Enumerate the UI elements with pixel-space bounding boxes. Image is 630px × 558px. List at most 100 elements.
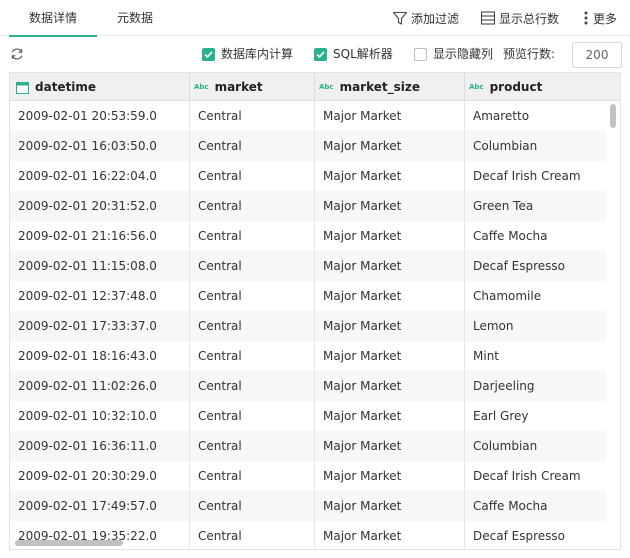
add-filter-label: 添加过滤	[411, 11, 460, 26]
tab-metadata[interactable]: 元数据	[104, 0, 166, 36]
table-row[interactable]: 2009-02-01 20:53:59.0 Central Major Market…	[10, 101, 606, 131]
table-cell-market: Central	[190, 281, 315, 311]
table-cell-product: Amaretto	[473, 109, 530, 123]
table-cell-product: Decaf Espresso	[473, 259, 565, 273]
table-cell-market: Central	[190, 131, 315, 161]
table-cell-product: Decaf Espresso	[473, 529, 565, 543]
table-cell-market-size: Major Market	[315, 371, 465, 401]
table-cell-datetime: 2009-02-01 21:16:56.0	[10, 221, 190, 251]
table-cell-market: Central	[190, 431, 315, 461]
vertical-scrollbar-thumb[interactable]	[610, 104, 616, 128]
table-cell-market-size: Major Market	[315, 491, 465, 521]
calendar-icon	[16, 81, 29, 94]
column-header-market[interactable]: Abc market	[190, 73, 315, 101]
column-header-product[interactable]: Abc product	[465, 73, 620, 101]
column-header-label: datetime	[35, 80, 97, 94]
table-row[interactable]: 2009-02-01 12:37:48.0 Central Major Market…	[10, 281, 606, 311]
table-row[interactable]: 2009-02-01 11:02:26.0 Central Major Market…	[10, 371, 606, 401]
table-cell-market-size: Major Market	[315, 311, 465, 341]
filter-icon	[392, 11, 408, 25]
db-compute-checkbox[interactable]	[202, 48, 215, 61]
table-cell-datetime: 2009-02-01 20:30:29.0	[10, 461, 190, 491]
table-cell-datetime: 2009-02-01 20:53:59.0	[10, 101, 190, 131]
table-cell-market: Central	[190, 311, 315, 341]
table-cell-product: Chamomile	[473, 289, 542, 303]
table-cell-datetime: 2009-02-01 11:15:08.0	[10, 251, 190, 281]
tab-data-details[interactable]: 数据详情	[9, 0, 97, 37]
table-row[interactable]: 2009-02-01 17:33:37.0 Central Major Market…	[10, 311, 606, 341]
table-row[interactable]: 2009-02-01 11:15:08.0 Central Major Market…	[10, 251, 606, 281]
table-cell-market-size: Major Market	[315, 101, 465, 131]
column-header-label: market	[214, 80, 263, 94]
abc-type-icon: Abc	[319, 83, 334, 91]
show-row-count-button[interactable]: 显示总行数	[480, 0, 559, 36]
table-cell-market-size: Major Market	[315, 431, 465, 461]
table-cell-market: Central	[190, 491, 315, 521]
table-cell-market: Central	[190, 521, 315, 549]
table-row[interactable]: 2009-02-01 21:16:56.0 Central Major Market…	[10, 221, 606, 251]
table-cell-market: Central	[190, 101, 315, 131]
table-cell-market: Central	[190, 371, 315, 401]
preview-rows-input[interactable]: 200	[572, 42, 622, 68]
table-cell-market: Central	[190, 191, 315, 221]
top-toolbar: 数据详情 元数据 添加过滤 显示总行数 更多	[0, 0, 630, 37]
table-cell-market: Central	[190, 401, 315, 431]
table-cell-market-size: Major Market	[315, 341, 465, 371]
table-cell-market: Central	[190, 461, 315, 491]
table-row[interactable]: 2009-02-01 16:03:50.0 Central Major Market…	[10, 131, 606, 161]
table-cell-market-size: Major Market	[315, 221, 465, 251]
table-cell-product: Darjeeling	[473, 379, 535, 393]
table-cell-market-size: Major Market	[315, 191, 465, 221]
tab-data-details-label: 数据详情	[28, 11, 77, 25]
table-row[interactable]: 2009-02-01 10:32:10.0 Central Major Market…	[10, 401, 606, 431]
add-filter-button[interactable]: 添加过滤	[392, 0, 459, 36]
table-cell-datetime: 2009-02-01 16:36:11.0	[10, 431, 190, 461]
table-cell-datetime: 2009-02-01 12:37:48.0	[10, 281, 190, 311]
table-cell-datetime: 2009-02-01 16:22:04.0	[10, 161, 190, 191]
grid-header: datetime Abc market Abc market_size Abc …	[10, 73, 620, 101]
table-cell-market-size: Major Market	[315, 461, 465, 491]
column-header-market-size[interactable]: Abc market_size	[315, 73, 465, 101]
table-cell-product: Earl Grey	[473, 409, 529, 423]
data-grid: datetime Abc market Abc market_size Abc …	[9, 72, 621, 550]
table-row[interactable]: 2009-02-01 18:16:43.0 Central Major Market…	[10, 341, 606, 371]
abc-type-icon: Abc	[194, 83, 209, 91]
column-header-datetime[interactable]: datetime	[10, 73, 190, 101]
table-row[interactable]: 2009-02-01 20:31:52.0 Central Major Market…	[10, 191, 606, 221]
table-cell-datetime: 2009-02-01 17:49:57.0	[10, 491, 190, 521]
refresh-icon[interactable]	[10, 47, 24, 61]
table-cell-product: Lemon	[473, 319, 514, 333]
row-count-icon	[480, 11, 496, 25]
table-cell-market: Central	[190, 221, 315, 251]
options-bar: 数据库内计算 SQL解析器 显示隐藏列 预览行数:	[0, 36, 630, 72]
table-row[interactable]: 2009-02-01 17:49:57.0 Central Major Market…	[10, 491, 606, 521]
table-cell-market: Central	[190, 341, 315, 371]
table-row[interactable]: 2009-02-01 16:36:11.0 Central Major Market…	[10, 431, 606, 461]
vertical-scrollbar[interactable]	[608, 101, 618, 541]
table-cell-product: Mint	[473, 349, 499, 363]
more-label: 更多	[593, 11, 618, 26]
preview-rows-label: 预览行数:	[503, 47, 556, 61]
table-cell-datetime: 2009-02-01 18:16:43.0	[10, 341, 190, 371]
sql-parser-label: SQL解析器	[333, 47, 393, 61]
table-cell-market-size: Major Market	[315, 131, 465, 161]
sql-parser-checkbox[interactable]	[314, 48, 327, 61]
table-cell-datetime: 2009-02-01 10:32:10.0	[10, 401, 190, 431]
table-cell-market-size: Major Market	[315, 521, 465, 549]
checkmark-icon	[316, 51, 325, 59]
tab-metadata-label: 元数据	[116, 11, 153, 25]
table-row[interactable]: 2009-02-01 20:30:29.0 Central Major Market…	[10, 461, 606, 491]
table-cell-datetime: 2009-02-01 16:03:50.0	[10, 131, 190, 161]
show-hidden-columns-label: 显示隐藏列	[433, 47, 494, 61]
horizontal-scrollbar-thumb[interactable]	[15, 540, 123, 546]
table-cell-product: Columbian	[473, 139, 538, 153]
table-row[interactable]: 2009-02-01 16:22:04.0 Central Major Market…	[10, 161, 606, 191]
show-hidden-columns-checkbox[interactable]	[414, 48, 427, 61]
table-cell-product: Caffe Mocha	[473, 499, 548, 513]
more-button[interactable]: 更多	[582, 0, 617, 36]
db-compute-label: 数据库内计算	[221, 47, 294, 61]
table-cell-market-size: Major Market	[315, 161, 465, 191]
column-header-label: product	[489, 80, 543, 94]
show-row-count-label: 显示总行数	[499, 11, 560, 26]
table-cell-market: Central	[190, 251, 315, 281]
